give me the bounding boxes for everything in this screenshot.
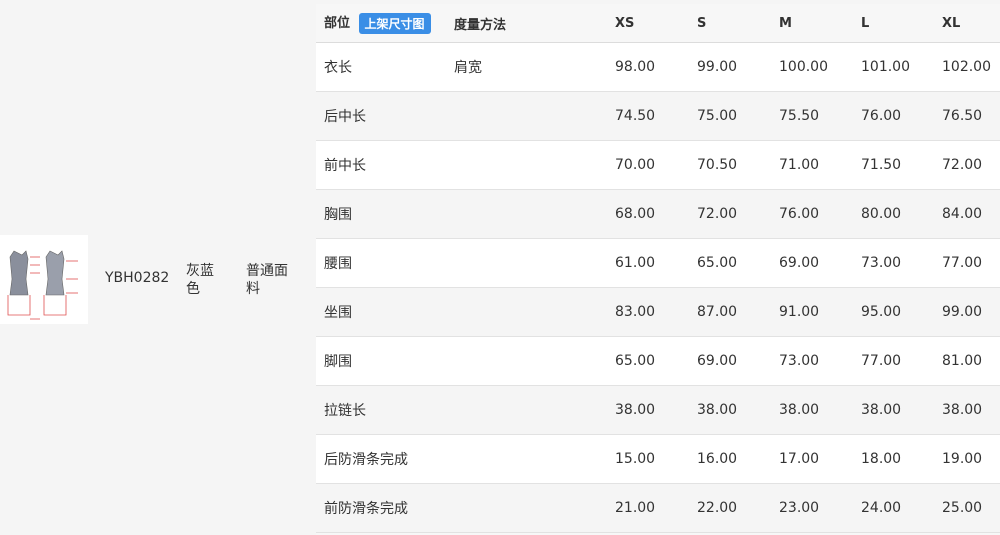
row-size-value-l: 80.00: [853, 189, 934, 239]
row-size-value-m: 100.00: [771, 42, 853, 92]
row-size-value-l: 73.00: [853, 238, 934, 288]
product-thumbnail[interactable]: [0, 235, 88, 324]
upload-size-chart-button[interactable]: 上架尺寸图: [358, 13, 431, 34]
row-size-value-xs: 38.00: [607, 385, 689, 435]
row-measure-method: [446, 189, 607, 239]
row-size-value-l: 18.00: [853, 434, 934, 484]
row-size-value-xl: 38.00: [934, 385, 1000, 435]
row-measure-method: [446, 287, 607, 337]
row-size-value-l: 76.00: [853, 91, 934, 141]
row-size-value-m: 76.00: [771, 189, 853, 239]
row-part-name: 脚围: [316, 336, 446, 386]
row-size-value-xs: 98.00: [607, 42, 689, 92]
row-size-value-xl: 19.00: [934, 434, 1000, 484]
row-size-value-xs: 83.00: [607, 287, 689, 337]
row-measure-method: [446, 91, 607, 141]
row-size-value-s: 70.50: [689, 140, 771, 190]
table-row: 拉链长 38.00 38.00 38.00 38.00 38.00: [316, 385, 1000, 435]
header-size-l: L: [853, 4, 934, 43]
row-measure-method: [446, 434, 607, 484]
header-size-xs: XS: [607, 4, 689, 43]
table-row: 脚围 65.00 69.00 73.00 77.00 81.00: [316, 336, 1000, 386]
row-part-name: 后中长: [316, 91, 446, 141]
row-size-value-xs: 70.00: [607, 140, 689, 190]
row-part-name: 前中长: [316, 140, 446, 190]
row-size-value-xl: 84.00: [934, 189, 1000, 239]
table-row: 后防滑条完成 15.00 16.00 17.00 18.00 19.00: [316, 434, 1000, 484]
row-measure-method: [446, 238, 607, 288]
header-part: 部位 上架尺寸图: [316, 4, 446, 43]
row-size-value-xl: 25.00: [934, 483, 1000, 533]
row-size-value-m: 71.00: [771, 140, 853, 190]
table-header-row: 部位 上架尺寸图 度量方法 XS S M L XL: [316, 4, 1000, 43]
row-size-value-m: 69.00: [771, 238, 853, 288]
row-size-value-xl: 102.00: [934, 42, 1000, 92]
row-part-name: 后防滑条完成: [316, 434, 446, 484]
header-size-xl: XL: [934, 4, 1000, 43]
table-row: 胸围 68.00 72.00 76.00 80.00 84.00: [316, 189, 1000, 239]
table-row: 衣长 肩宽 98.00 99.00 100.00 101.00 102.00: [316, 42, 1000, 92]
row-size-value-s: 65.00: [689, 238, 771, 288]
product-fabric: 普通面料: [246, 263, 288, 297]
header-part-label: 部位: [324, 16, 351, 31]
row-part-name: 坐围: [316, 287, 446, 337]
dress-diagram-icon: [7, 250, 78, 320]
row-measure-method: [446, 483, 607, 533]
row-size-value-xs: 61.00: [607, 238, 689, 288]
row-size-value-xs: 15.00: [607, 434, 689, 484]
row-measure-method: [446, 336, 607, 386]
row-size-value-s: 99.00: [689, 42, 771, 92]
row-size-value-s: 16.00: [689, 434, 771, 484]
product-code: YBH0282: [105, 270, 170, 286]
row-size-value-m: 17.00: [771, 434, 853, 484]
table-row: 坐围 83.00 87.00 91.00 95.00 99.00: [316, 287, 1000, 337]
size-table: 部位 上架尺寸图 度量方法 XS S M L XL 衣长 肩宽 98.00 99.00…: [316, 4, 1000, 533]
row-part-name: 胸围: [316, 189, 446, 239]
row-size-value-s: 22.00: [689, 483, 771, 533]
row-measure-method: [446, 385, 607, 435]
table-row: 前防滑条完成 21.00 22.00 23.00 24.00 25.00: [316, 483, 1000, 533]
row-size-value-xl: 77.00: [934, 238, 1000, 288]
row-size-value-xs: 21.00: [607, 483, 689, 533]
row-measure-method: 肩宽: [446, 42, 607, 92]
row-size-value-m: 38.00: [771, 385, 853, 435]
row-size-value-xl: 72.00: [934, 140, 1000, 190]
row-size-value-xs: 68.00: [607, 189, 689, 239]
table-row: 后中长 74.50 75.00 75.50 76.00 76.50: [316, 91, 1000, 141]
row-size-value-xl: 99.00: [934, 287, 1000, 337]
row-part-name: 腰围: [316, 238, 446, 288]
row-size-value-l: 24.00: [853, 483, 934, 533]
row-size-value-l: 77.00: [853, 336, 934, 386]
row-size-value-m: 73.00: [771, 336, 853, 386]
product-color: 灰蓝色: [186, 263, 214, 297]
row-size-value-s: 75.00: [689, 91, 771, 141]
row-part-name: 前防滑条完成: [316, 483, 446, 533]
row-measure-method: [446, 140, 607, 190]
header-size-m: M: [771, 4, 853, 43]
row-size-value-m: 91.00: [771, 287, 853, 337]
row-size-value-xl: 81.00: [934, 336, 1000, 386]
row-part-name: 衣长: [316, 42, 446, 92]
product-info-panel: YBH0282 灰蓝色 普通面料: [0, 0, 307, 535]
row-size-value-l: 101.00: [853, 42, 934, 92]
row-size-value-xs: 74.50: [607, 91, 689, 141]
table-row: 腰围 61.00 65.00 69.00 73.00 77.00: [316, 238, 1000, 288]
row-size-value-l: 71.50: [853, 140, 934, 190]
row-size-value-s: 38.00: [689, 385, 771, 435]
size-table-container: 部位 上架尺寸图 度量方法 XS S M L XL 衣长 肩宽 98.00 99.00…: [316, 4, 1000, 535]
row-part-name: 拉链长: [316, 385, 446, 435]
row-size-value-l: 95.00: [853, 287, 934, 337]
table-row: 前中长 70.00 70.50 71.00 71.50 72.00: [316, 140, 1000, 190]
row-size-value-l: 38.00: [853, 385, 934, 435]
row-size-value-xs: 65.00: [607, 336, 689, 386]
row-size-value-m: 75.50: [771, 91, 853, 141]
row-size-value-s: 87.00: [689, 287, 771, 337]
row-size-value-s: 72.00: [689, 189, 771, 239]
header-size-s: S: [689, 4, 771, 43]
header-method: 度量方法: [446, 4, 607, 43]
row-size-value-xl: 76.50: [934, 91, 1000, 141]
row-size-value-m: 23.00: [771, 483, 853, 533]
row-size-value-s: 69.00: [689, 336, 771, 386]
